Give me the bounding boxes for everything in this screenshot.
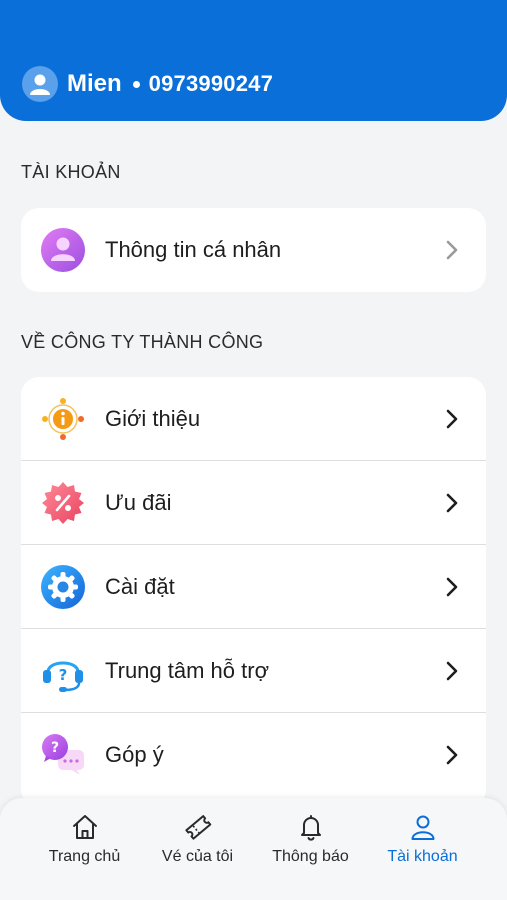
tab-label: Trang chủ [48,848,121,865]
tab-home[interactable]: Trang chủ [28,812,141,866]
chevron-right-icon [442,577,462,597]
menu-item-label: Cài đặt [105,573,175,599]
menu-item-about[interactable]: Giới thiệu [21,377,486,461]
tab-label: Vé của tôi [161,848,234,865]
header-bar: Mien 0973990247 [0,0,507,121]
info-icon [40,396,86,442]
svg-text:?: ? [59,666,68,684]
home-icon [70,812,100,842]
menu-item-label: Giới thiệu [105,405,201,431]
tab-notifications[interactable]: Thông báo [254,812,367,866]
menu-item-feedback[interactable]: ? Góp ý [21,713,486,797]
person-icon [40,227,86,273]
tab-my-tickets[interactable]: Vé của tôi [141,812,254,866]
user-phone: 0973990247 [148,71,274,96]
menu-item-label: Thông tin cá nhân [105,237,282,262]
tab-label: Tài khoản [387,848,458,865]
ticket-icon [183,812,213,842]
chevron-right-icon [442,409,462,429]
bell-icon [296,812,326,842]
menu-item-support-center[interactable]: ? Trung tâm hỗ trợ [21,629,486,713]
section-title-company: VỀ CÔNG TY THÀNH CÔNG [21,332,264,352]
section-title-account: TÀI KHOẢN [21,162,121,182]
user-icon [408,812,438,842]
menu-item-offers[interactable]: Ưu đãi [21,461,486,545]
svg-text:?: ? [51,740,59,756]
gear-icon [40,564,86,610]
menu-item-label: Ưu đãi [105,489,172,515]
user-name: Mien [67,70,122,97]
chevron-right-icon [442,661,462,681]
company-card: Giới thiệu Ưu đãi Cài đặt ? Trung tâm hỗ… [21,377,486,807]
chevron-right-icon [442,240,462,260]
menu-item-label: Trung tâm hỗ trợ [105,657,270,683]
tab-label: Thông báo [272,848,349,865]
tab-account[interactable]: Tài khoản [366,812,479,866]
account-card: Thông tin cá nhân [21,208,486,292]
discount-icon [40,480,86,526]
separator-dot [132,80,140,88]
support-headset-icon: ? [40,648,86,694]
menu-item-label: Góp ý [105,742,164,767]
chevron-right-icon [442,493,462,513]
bottom-tab-bar: Trang chủ Vé của tôi Thông báo Tài khoản [0,798,507,900]
feedback-chat-icon: ? [40,732,86,778]
profile-summary[interactable]: Mien 0973990247 [22,66,273,102]
avatar-icon [22,66,58,102]
menu-item-settings[interactable]: Cài đặt [21,545,486,629]
menu-item-personal-info[interactable]: Thông tin cá nhân [21,208,486,292]
chevron-right-icon [442,745,462,765]
